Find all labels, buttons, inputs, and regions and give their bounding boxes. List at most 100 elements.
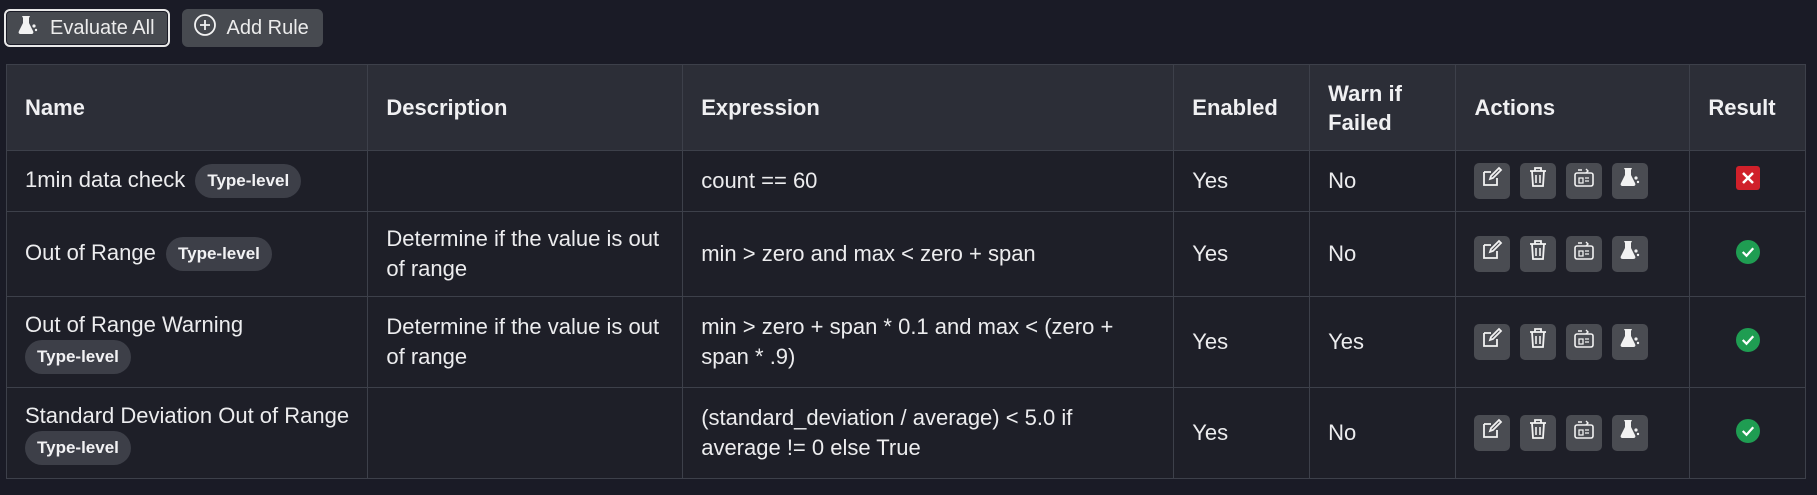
rule-warn-if-failed: No — [1328, 241, 1357, 266]
rule-name: 1min data check — [25, 166, 186, 192]
evaluate-flask-icon — [1618, 238, 1642, 270]
evaluate-rule-button[interactable] — [1612, 324, 1649, 360]
rule-description-cell — [367, 150, 684, 212]
rule-name: Out of Range — [25, 239, 156, 265]
rule-enabled-cell: Yes — [1173, 150, 1311, 212]
rule-actions-cell — [1455, 211, 1691, 297]
rule-name-cell: Standard Deviation Out of Range Type-lev… — [5, 387, 369, 479]
delete-button[interactable] — [1520, 163, 1557, 199]
add-rule-button[interactable]: Add Rule — [181, 9, 323, 47]
trash-icon — [1526, 326, 1550, 358]
rule-expression: (standard_deviation / average) < 5.0 if … — [701, 405, 1073, 460]
rule-result-cell — [1689, 296, 1806, 388]
rule-name-cell: Out of Range Type-level — [5, 211, 369, 297]
rule-expression-cell: min > zero and max < zero + span — [682, 211, 1175, 297]
rule-name: Standard Deviation Out of Range — [25, 403, 350, 428]
test-expression-button[interactable] — [1566, 163, 1603, 199]
edit-icon — [1480, 326, 1504, 358]
rules-table: Name Description Expression Enabled Warn… — [5, 64, 1806, 479]
rule-description-cell — [367, 387, 684, 479]
rule-enabled-cell: Yes — [1173, 211, 1311, 297]
flask-icon — [16, 13, 40, 43]
evaluate-all-button[interactable]: Evaluate All — [4, 9, 170, 47]
rule-enabled-cell: Yes — [1173, 387, 1311, 479]
rule-result-cell — [1689, 211, 1806, 297]
rule-warn-cell: No — [1309, 387, 1457, 479]
column-header-actions: Actions — [1455, 64, 1691, 151]
test-expression-icon — [1572, 165, 1596, 197]
rule-warn-if-failed: Yes — [1328, 329, 1365, 354]
column-header-name[interactable]: Name — [5, 64, 369, 151]
column-header-warn-if-failed[interactable]: Warn if Failed — [1309, 64, 1457, 151]
test-expression-button[interactable] — [1566, 324, 1603, 360]
rule-result-cell — [1689, 150, 1806, 212]
rule-expression: min > zero + span * 0.1 and max < (zero … — [701, 314, 1114, 369]
delete-button[interactable] — [1520, 236, 1557, 272]
fail-x-icon — [1735, 166, 1760, 190]
test-expression-icon — [1572, 326, 1596, 358]
trash-icon — [1526, 238, 1550, 270]
edit-icon — [1480, 165, 1504, 197]
rule-description-cell: Determine if the value is out of range — [367, 296, 684, 388]
column-header-enabled[interactable]: Enabled — [1173, 64, 1311, 151]
edit-icon — [1480, 417, 1504, 449]
edit-button[interactable] — [1474, 324, 1511, 360]
pass-check-icon — [1735, 240, 1760, 264]
test-expression-button[interactable] — [1566, 415, 1603, 451]
type-level-badge: Type-level — [166, 237, 272, 271]
rule-actions-cell — [1455, 296, 1691, 388]
evaluate-flask-icon — [1618, 417, 1642, 449]
rule-result-cell — [1689, 387, 1806, 479]
edit-button[interactable] — [1474, 236, 1511, 272]
rule-description: Determine if the value is out of range — [386, 314, 660, 369]
rule-warn-cell: No — [1309, 211, 1457, 297]
rule-enabled: Yes — [1192, 329, 1229, 354]
evaluate-flask-icon — [1618, 165, 1642, 197]
type-level-badge: Type-level — [25, 340, 131, 374]
rule-enabled: Yes — [1192, 168, 1229, 193]
table-row[interactable]: 1min data check Type-level count == 60 Y… — [5, 150, 1806, 212]
rule-expression-cell: (standard_deviation / average) < 5.0 if … — [682, 387, 1175, 479]
rule-expression-cell: count == 60 — [682, 150, 1175, 212]
rule-warn-cell: No — [1309, 150, 1457, 212]
rule-enabled: Yes — [1192, 241, 1229, 266]
test-expression-icon — [1572, 417, 1596, 449]
type-level-badge: Type-level — [25, 431, 131, 465]
type-level-badge: Type-level — [195, 164, 302, 198]
test-expression-icon — [1572, 238, 1596, 270]
rule-expression: count == 60 — [701, 168, 818, 193]
rule-warn-if-failed: No — [1328, 168, 1357, 193]
delete-button[interactable] — [1520, 324, 1557, 360]
rule-name: Out of Range Warning — [25, 312, 244, 337]
evaluate-rule-button[interactable] — [1612, 236, 1649, 272]
rule-actions-cell — [1455, 387, 1691, 479]
rule-warn-cell: Yes — [1309, 296, 1457, 388]
rule-name-cell: Out of Range Warning Type-level — [5, 296, 369, 388]
table-row[interactable]: Out of Range Warning Type-level Determin… — [5, 296, 1806, 388]
evaluate-rule-button[interactable] — [1612, 163, 1649, 199]
edit-button[interactable] — [1474, 163, 1511, 199]
rule-expression: min > zero and max < zero + span — [701, 241, 1036, 266]
table-row[interactable]: Out of Range Type-level Determine if the… — [5, 211, 1806, 297]
table-row[interactable]: Standard Deviation Out of Range Type-lev… — [5, 387, 1806, 479]
rule-description: Determine if the value is out of range — [386, 226, 660, 281]
rule-description-cell: Determine if the value is out of range — [367, 211, 684, 297]
column-header-description[interactable]: Description — [367, 64, 684, 151]
rule-enabled-cell: Yes — [1173, 296, 1311, 388]
edit-button[interactable] — [1474, 415, 1511, 451]
delete-button[interactable] — [1520, 415, 1557, 451]
column-header-result: Result — [1689, 64, 1806, 151]
edit-icon — [1480, 238, 1504, 270]
rule-expression-cell: min > zero + span * 0.1 and max < (zero … — [682, 296, 1175, 388]
toolbar: Evaluate All Add Rule — [4, 9, 323, 47]
evaluate-rule-button[interactable] — [1612, 415, 1649, 451]
column-header-expression[interactable]: Expression — [682, 64, 1175, 151]
trash-icon — [1526, 417, 1550, 449]
rule-warn-if-failed: No — [1328, 420, 1357, 445]
plus-circle-icon — [193, 13, 217, 43]
add-rule-label: Add Rule — [226, 16, 309, 39]
pass-check-icon — [1735, 419, 1760, 443]
trash-icon — [1526, 165, 1550, 197]
rule-actions-cell — [1455, 150, 1691, 212]
test-expression-button[interactable] — [1566, 236, 1603, 272]
